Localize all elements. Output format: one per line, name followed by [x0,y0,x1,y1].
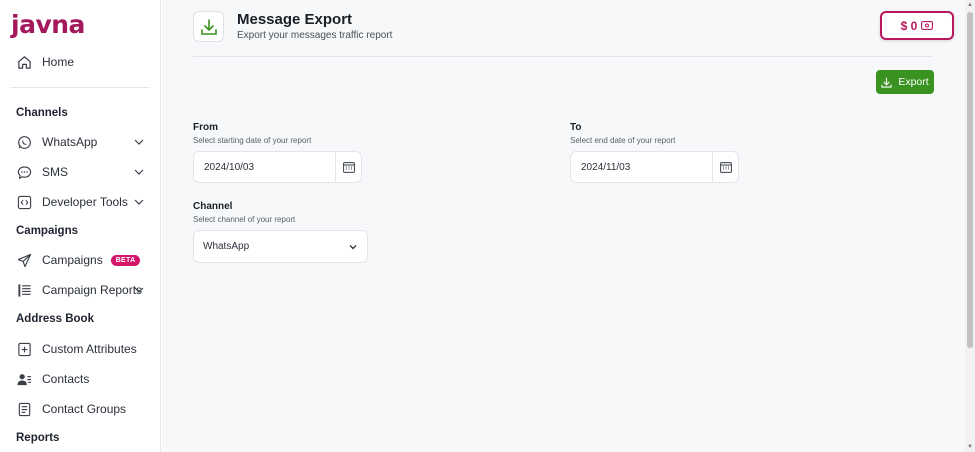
page-title: Message Export [237,11,353,28]
chevron-down-icon[interactable] [132,283,146,297]
sidebar-item-label: Home [42,55,75,69]
export-button[interactable]: Export [876,70,934,94]
sidebar-item-developer-tools[interactable]: Developer Tools [16,191,146,213]
section-campaigns: Campaigns [16,225,78,237]
code-icon [16,194,32,210]
sidebar-item-label: Developer Tools [42,195,128,209]
channel-label: Channel [193,201,233,212]
whatsapp-icon [16,134,32,150]
sidebar-item-label: WhatsApp [42,135,98,149]
section-channels: Channels [16,107,68,119]
from-date-field[interactable]: 2024/10/03 [193,151,362,183]
from-date-value[interactable]: 2024/10/03 [194,162,335,173]
vertical-scrollbar[interactable]: ▲ ▼ [965,0,975,452]
page-icon [193,11,224,42]
to-date-value[interactable]: 2024/11/03 [571,162,712,173]
chat-bubble-icon [16,164,32,180]
calendar-icon[interactable] [335,152,361,182]
sidebar-item-label: Campaign Reports [42,283,143,297]
sidebar-item-whatsapp[interactable]: WhatsApp [16,131,146,153]
contacts-icon [16,371,32,387]
chevron-down-icon[interactable] [132,135,146,149]
channel-select-value: WhatsApp [203,241,250,252]
sidebar-item-label: Campaigns [42,253,103,267]
chevron-down-icon [349,244,357,249]
sidebar-item-contact-groups[interactable]: Contact Groups [16,398,146,420]
calendar-icon[interactable] [712,152,738,182]
beta-badge: BETA [110,254,141,266]
download-icon [881,77,892,88]
home-icon [16,54,32,70]
header-divider [193,56,933,57]
sidebar-item-home[interactable]: Home [16,51,146,73]
sidebar-item-campaigns[interactable]: Campaigns BETA [16,249,146,271]
from-label: From [193,122,218,133]
sidebar-item-campaign-reports[interactable]: Campaign Reports [16,279,146,301]
sidebar-item-sms[interactable]: SMS [16,161,146,183]
balance-amount: $ 0 [900,18,918,33]
sidebar-item-label: Custom Attributes [42,342,137,356]
paper-plane-icon [16,252,32,268]
chevron-down-icon[interactable] [132,195,146,209]
to-hint: Select end date of your report [570,136,676,145]
balance-button[interactable]: $ 0 [880,11,954,40]
brand-logo[interactable]: javna [11,10,85,39]
scrollbar-thumb[interactable] [967,12,973,348]
section-reports: Reports [16,432,60,444]
chevron-down-icon[interactable] [132,165,146,179]
sidebar-item-label: Contact Groups [42,402,127,416]
to-label: To [570,122,582,133]
channel-hint: Select channel of your report [193,215,296,224]
sidebar-item-custom-attributes[interactable]: Custom Attributes [16,338,146,360]
channel-select[interactable]: WhatsApp [193,230,368,263]
sidebar-divider [11,87,149,88]
to-date-field[interactable]: 2024/11/03 [570,151,739,183]
sidebar: javna Home Channels WhatsApp SMS Develop… [0,0,161,452]
list-report-icon [16,282,32,298]
scroll-down-arrow[interactable]: ▼ [967,444,973,450]
wallet-icon [921,21,934,30]
sidebar-item-label: Contacts [42,372,90,386]
from-hint: Select starting date of your report [193,136,312,145]
main-content: Message Export Export your messages traf… [162,0,965,452]
section-address-book: Address Book [16,313,94,325]
download-icon [200,18,217,35]
contact-groups-icon [16,401,32,417]
add-attribute-icon [16,341,32,357]
export-label: Export [898,76,929,88]
sidebar-item-label: SMS [42,165,69,179]
scroll-up-arrow[interactable]: ▲ [967,2,973,8]
page-subtitle: Export your messages traffic report [237,30,393,41]
sidebar-item-contacts[interactable]: Contacts [16,368,146,390]
